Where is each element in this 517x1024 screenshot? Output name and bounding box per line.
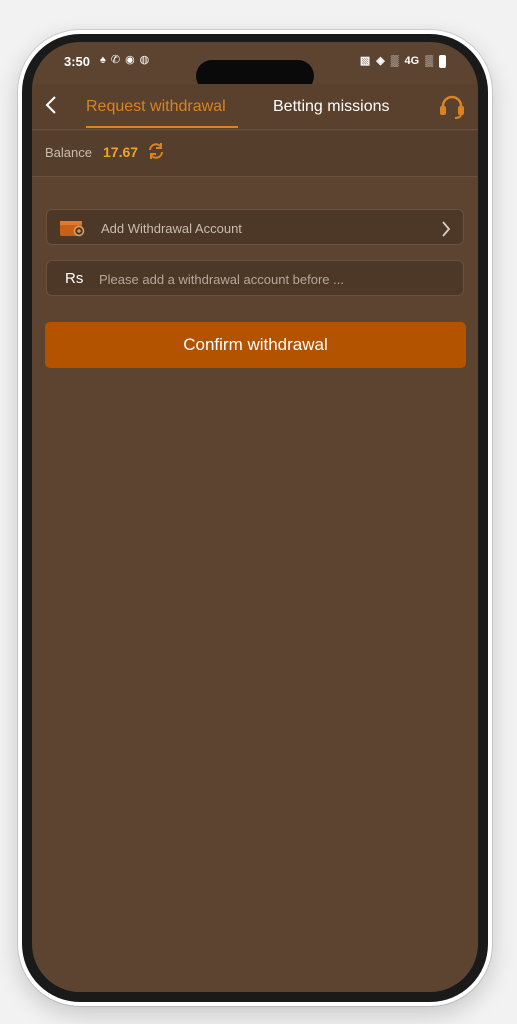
tab-betting-missions[interactable]: Betting missions bbox=[273, 98, 390, 116]
add-withdrawal-account-row[interactable]: Add Withdrawal Account bbox=[46, 209, 464, 245]
refresh-balance-button[interactable] bbox=[146, 141, 166, 161]
vibrate-icon: ▧ bbox=[359, 55, 371, 67]
whatsapp-icon: ✆ bbox=[110, 54, 121, 66]
wifi-icon: ◈ bbox=[376, 55, 385, 67]
headset-icon bbox=[440, 95, 464, 119]
withdrawal-amount-field: Rs bbox=[46, 260, 464, 296]
network-type: 4G bbox=[404, 55, 420, 67]
back-icon bbox=[45, 96, 56, 114]
add-withdrawal-account-label: Add Withdrawal Account bbox=[101, 221, 242, 236]
top-navigation: Request withdrawal Betting missions bbox=[32, 84, 478, 130]
hotspot-icon: ◍ bbox=[139, 54, 150, 66]
status-time: 3:50 bbox=[64, 54, 91, 69]
notification-icons: ♠ ✆ ◉ ◍ bbox=[100, 53, 149, 67]
back-button[interactable] bbox=[40, 90, 62, 120]
active-tab-indicator bbox=[86, 126, 238, 128]
customer-service-button[interactable] bbox=[438, 94, 466, 120]
tab-request-withdrawal[interactable]: Request withdrawal bbox=[86, 98, 226, 116]
signal-icon: ▒ bbox=[390, 55, 399, 67]
chevron-right-icon bbox=[441, 216, 451, 244]
confirm-withdrawal-button[interactable]: Confirm withdrawal bbox=[45, 322, 466, 368]
app-screen: 3:50 ♠ ✆ ◉ ◍ ▧ ◈ ▒ 4G ▒ Request withdraw… bbox=[32, 42, 478, 992]
balance-row: Balance 17.67 bbox=[32, 131, 478, 177]
snapchat-icon: ♠ bbox=[100, 54, 106, 66]
battery-icon bbox=[439, 54, 446, 68]
app-notification-icon: ◉ bbox=[125, 54, 135, 66]
balance-label: Balance bbox=[45, 145, 92, 160]
wallet-icon bbox=[60, 221, 85, 237]
refresh-icon bbox=[149, 143, 163, 159]
withdrawal-amount-input[interactable] bbox=[99, 269, 449, 289]
balance-value: 17.67 bbox=[103, 144, 139, 160]
signal-icon-2: ▒ bbox=[425, 55, 433, 67]
currency-label: Rs bbox=[65, 270, 84, 287]
status-system-icons: ▧ ◈ ▒ 4G ▒ bbox=[360, 54, 446, 68]
